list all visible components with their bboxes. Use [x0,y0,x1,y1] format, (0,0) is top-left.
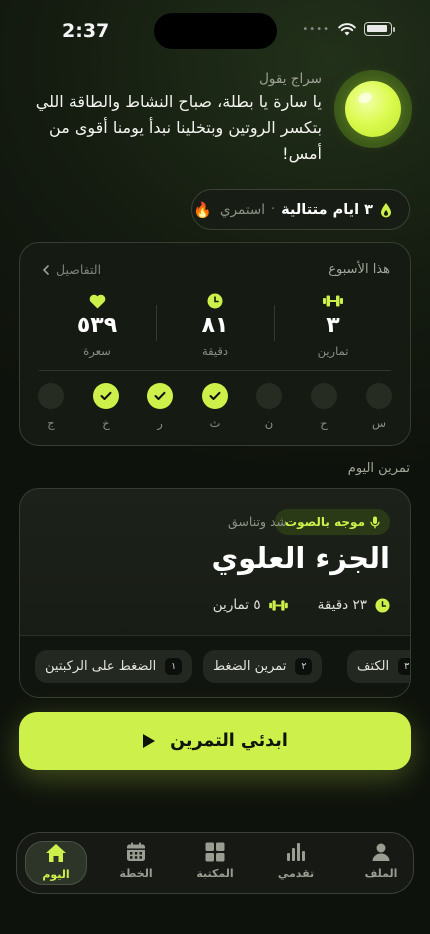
grid-icon [205,842,225,862]
workout-meta: ٢٣ دقيقة ٥ تمارين [213,597,390,613]
divider [274,305,275,341]
stat-minutes: ٨١ دقيقة [160,292,270,358]
check-icon [93,383,119,409]
home-icon [46,844,66,862]
clock-icon [375,597,390,613]
divider [156,305,157,341]
nav-label: الملف [364,867,398,880]
streak-pill[interactable]: ٣ ايام متتالية · استمري 🔥 [191,189,410,230]
status-icons: •••• [302,22,395,36]
stat-label: دقيقة [201,344,229,358]
streak-keep: استمري [220,201,265,218]
calendar-icon [127,842,145,861]
day-circle [38,383,64,409]
coach-message: يا سارة يا بطلة، صباح النشاط والطاقة الل… [35,92,322,163]
wifi-icon [338,22,356,35]
day-label: س [371,416,387,430]
nav-item-library[interactable]: المكتبة [184,841,246,885]
badge-label: موجه بالصوت [285,515,365,529]
dumbbell-icon [268,599,288,611]
person-icon [372,843,390,861]
day-circle [256,383,282,409]
exercise-list[interactable]: ٣ الكتف ٢ تمرين الضغط ١ الضغط على الركبت… [20,635,410,697]
stat-workouts: ٣ تمارين [278,292,388,358]
start-workout-label: ابدئي التمرين [170,731,288,751]
stat-value: ٥٣٩ [76,313,118,338]
dynamic-island [154,13,277,49]
cellular-icon: •••• [302,23,330,35]
ball-icon [345,81,401,137]
week-details-link[interactable]: التفاصيل [42,262,101,277]
day-fri[interactable]: ج [38,383,64,430]
day-wed[interactable]: ر [147,383,173,430]
workout-type: شد وتناسق [227,514,287,529]
voice-guided-badge: موجه بالصوت [275,509,390,535]
workout-exercise-count: ٥ تمارين [212,597,261,613]
coach-name: سراج يقول [259,71,322,87]
day-label: ح [320,416,328,430]
streak-separator: · [271,202,276,217]
stat-value: ٨١ [201,313,229,338]
nav-item-progress[interactable]: تقدمي [265,841,327,885]
exercise-name: الكتف [357,659,390,674]
dumbbell-icon [323,295,343,307]
day-sun[interactable]: ح [311,383,337,430]
exercise-number: ١ [165,658,183,675]
day-mon[interactable]: ن [256,383,282,430]
day-label: ث [209,416,221,430]
divider [39,370,391,371]
nav-label: تقدمي [277,867,315,880]
heart-icon [89,294,105,308]
coach-avatar[interactable] [334,70,412,148]
fire-icon: 🔥 [193,200,213,219]
exercise-chip[interactable]: ٣ الكتف [347,650,410,683]
stat-label: سعرة [83,344,111,358]
battery-icon [364,22,395,36]
check-icon [147,383,173,409]
chart-icon [287,843,305,861]
exercise-chip[interactable]: ٢ تمرين الضغط [203,650,323,683]
microphone-icon [370,516,380,528]
day-circle [311,383,337,409]
stat-label: تمارين [317,344,349,358]
day-label: ر [157,416,163,430]
exercise-number: ٢ [295,658,313,675]
nav-item-today[interactable]: اليوم [25,841,87,885]
workout-duration: ٢٣ دقيقة [317,597,367,613]
day-sat[interactable]: س [366,383,392,430]
workout-title: الجزء العلوي [211,541,391,575]
day-circle [366,383,392,409]
day-tue[interactable]: ث [202,383,228,430]
exercise-name: الضغط على الركبتين [45,659,157,674]
day-label: ن [264,416,274,430]
today-section-label: تمرين اليوم [347,461,410,476]
check-icon [202,383,228,409]
workout-card[interactable]: موجه بالصوت شد وتناسق الجزء العلوي ٢٣ دق… [19,488,411,698]
bottom-nav: الملف تقدمي المكتبة الخطة اليوم [16,832,414,894]
exercise-chip[interactable]: ١ الضغط على الركبتين [35,650,193,683]
stat-calories: ٥٣٩ سعرة [42,292,152,358]
week-details-label: التفاصيل [56,262,102,277]
week-title: هذا الأسبوع [328,262,390,277]
play-icon [143,734,156,748]
chevron-left-icon [42,264,49,275]
day-label: خ [102,416,110,430]
start-workout-button[interactable]: ابدئي التمرين [19,712,411,770]
streak-count: ٣ ايام متتالية [281,201,373,218]
day-thu[interactable]: خ [93,383,119,430]
nav-item-profile[interactable]: الملف [350,841,412,885]
drop-icon [381,202,391,217]
clock-icon [207,293,223,309]
status-bar: 2:37 •••• [0,0,430,60]
exercise-number: ٣ [398,658,410,675]
nav-label: المكتبة [196,867,234,880]
nav-label: اليوم [42,868,70,881]
week-card: هذا الأسبوع التفاصيل ٣ تمارين ٨١ دقيقة ٥… [19,242,411,446]
status-time: 2:37 [62,20,110,42]
nav-item-plan[interactable]: الخطة [105,841,167,885]
day-label: ج [47,416,55,430]
nav-label: الخطة [119,867,153,880]
exercise-name: تمرين الضغط [213,659,287,674]
stat-value: ٣ [326,313,340,338]
